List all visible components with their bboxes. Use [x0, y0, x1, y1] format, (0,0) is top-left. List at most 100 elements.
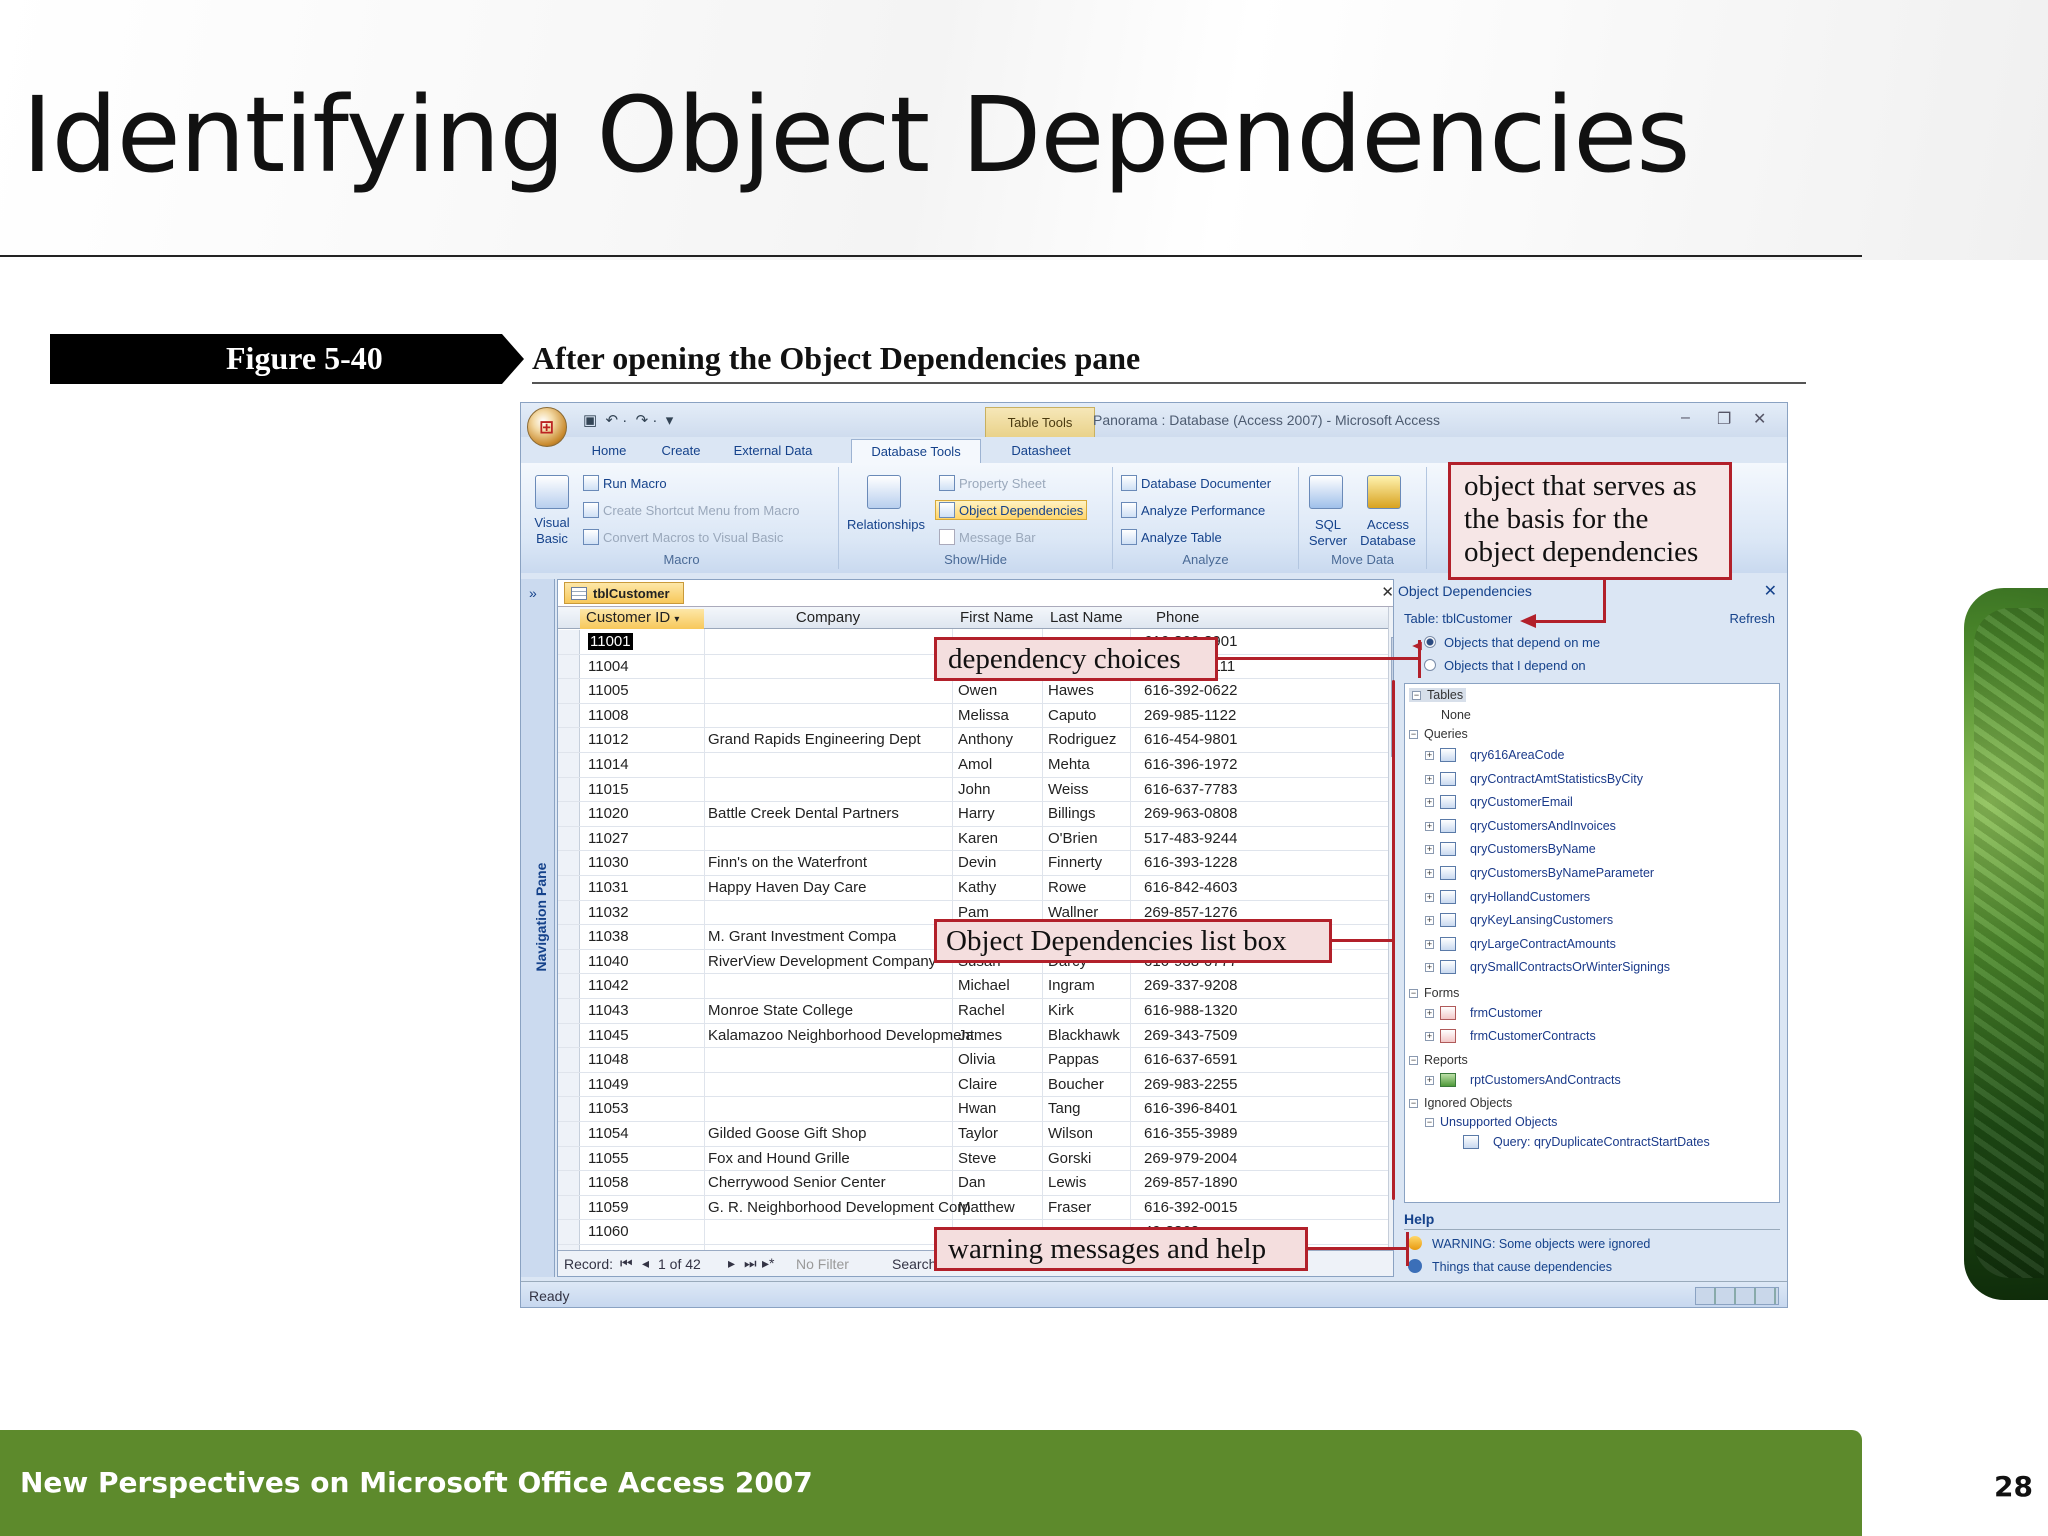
table-cell[interactable]: 11012	[588, 731, 629, 748]
table-cell[interactable]: Rachel	[958, 1002, 1005, 1019]
table-cell[interactable]: 616-454-9801	[1144, 731, 1237, 748]
row-selector[interactable]	[558, 974, 580, 998]
refresh-link[interactable]: Refresh	[1729, 611, 1775, 626]
convert-macros-button[interactable]: Convert Macros to Visual Basic	[583, 529, 783, 545]
table-cell[interactable]: Steve	[958, 1150, 996, 1167]
tree-group-ignored[interactable]: − Ignored Objects	[1409, 1096, 1512, 1110]
undo-icon[interactable]: ↶	[606, 412, 619, 429]
table-cell[interactable]: 11055	[588, 1150, 629, 1167]
expand-nav-icon[interactable]: »	[529, 585, 537, 601]
table-row[interactable]: 11045 Kalamazoo Neighborhood Development J…	[558, 1023, 1404, 1049]
expand-icon[interactable]: +	[1425, 1076, 1434, 1085]
table-row[interactable]: 11059 G. R. Neighborhood Development Corp…	[558, 1195, 1404, 1221]
tree-item-query[interactable]: + qryCustomersByNameParameter	[1425, 866, 1654, 880]
property-sheet-button[interactable]: Property Sheet	[939, 475, 1046, 491]
row-selector[interactable]	[558, 777, 580, 802]
table-cell[interactable]: Finn's on the Waterfront	[708, 854, 867, 871]
table-cell[interactable]: 11042	[588, 977, 629, 994]
table-cell[interactable]: Melissa	[958, 707, 1009, 724]
expand-icon[interactable]: +	[1425, 1009, 1434, 1018]
row-selector[interactable]	[558, 851, 580, 875]
table-cell[interactable]: Anthony	[958, 731, 1013, 748]
tab-database-tools[interactable]: Database Tools	[851, 439, 981, 463]
table-cell[interactable]: Lewis	[1048, 1174, 1086, 1191]
table-cell[interactable]: Rodriguez	[1048, 731, 1116, 748]
table-cell[interactable]: 269-343-7509	[1144, 1027, 1237, 1044]
table-cell[interactable]: 616-396-1972	[1144, 756, 1237, 773]
table-cell[interactable]: Hwan	[958, 1100, 996, 1117]
row-selector[interactable]	[558, 1122, 580, 1146]
redo-icon[interactable]: ↷	[636, 412, 649, 429]
column-header-customer-id[interactable]: Customer ID ▾	[580, 609, 704, 629]
tree-item-form[interactable]: + frmCustomerContracts	[1425, 1029, 1596, 1043]
tree-item-unsupported-query[interactable]: Query: qryDuplicateContractStartDates	[1463, 1135, 1710, 1149]
table-cell[interactable]: Devin	[958, 854, 996, 871]
table-cell[interactable]: 11045	[588, 1027, 629, 1044]
table-cell[interactable]: Taylor	[958, 1125, 998, 1142]
table-cell[interactable]: Weiss	[1048, 781, 1089, 798]
table-cell[interactable]: Billings	[1048, 805, 1096, 822]
tab-home[interactable]: Home	[579, 439, 639, 463]
table-cell[interactable]: 11040	[588, 953, 629, 970]
table-cell[interactable]: Michael	[958, 977, 1010, 994]
table-cell[interactable]: 11004	[588, 658, 629, 675]
table-cell[interactable]: 269-857-1890	[1144, 1174, 1237, 1191]
table-cell[interactable]: 11058	[588, 1174, 629, 1191]
tab-datasheet[interactable]: Datasheet	[991, 439, 1091, 463]
table-cell[interactable]: 11027	[588, 830, 629, 847]
table-cell[interactable]: Rowe	[1048, 879, 1086, 896]
radio-depend-on-me[interactable]: Objects that depend on me	[1424, 635, 1600, 650]
expand-icon[interactable]: +	[1425, 845, 1434, 855]
new-record-icon[interactable]: ▸*	[762, 1255, 774, 1272]
access-database-button[interactable]: Access Database	[1355, 517, 1421, 549]
expand-icon[interactable]: +	[1425, 892, 1434, 902]
relationships-button[interactable]: Relationships	[841, 517, 931, 533]
table-cell[interactable]: Harry	[958, 805, 995, 822]
object-dependencies-button[interactable]: Object Dependencies	[935, 500, 1088, 520]
table-row[interactable]: 11030 Finn's on the Waterfront Devin Finner…	[558, 851, 1404, 876]
row-selector[interactable]	[558, 654, 580, 679]
table-row[interactable]: 11048 Olivia Pappas 616-637-6591	[558, 1048, 1404, 1073]
table-cell[interactable]: Ingram	[1048, 977, 1095, 994]
row-selector[interactable]	[558, 1048, 580, 1072]
table-cell[interactable]: 616-355-3989	[1144, 1125, 1237, 1142]
table-cell[interactable]: 11008	[588, 707, 629, 724]
table-cell[interactable]: 616-842-4603	[1144, 879, 1237, 896]
tree-item-report[interactable]: + rptCustomersAndContracts	[1425, 1073, 1621, 1087]
table-cell[interactable]: Blackhawk	[1048, 1027, 1120, 1044]
table-cell[interactable]: 269-963-0808	[1144, 805, 1237, 822]
table-cell[interactable]: 11030	[588, 854, 629, 871]
table-row[interactable]: 11042 Michael Ingram 269-337-9208	[558, 974, 1404, 999]
collapse-icon[interactable]: −	[1425, 1118, 1434, 1127]
tree-item-query[interactable]: + qryHollandCustomers	[1425, 889, 1590, 904]
table-cell[interactable]: Amol	[958, 756, 992, 773]
search-box[interactable]: Search	[892, 1256, 936, 1272]
next-record-icon[interactable]: ▸	[728, 1255, 735, 1272]
no-filter-button[interactable]: No Filter	[796, 1256, 849, 1272]
quick-access-toolbar[interactable]: ▣ ↶ · ↷ · ▾	[583, 411, 673, 429]
table-cell[interactable]: 616-392-0015	[1144, 1199, 1237, 1216]
create-shortcut-menu-button[interactable]: Create Shortcut Menu from Macro	[583, 502, 800, 518]
table-cell[interactable]: John	[958, 781, 991, 798]
table-cell[interactable]: Finnerty	[1048, 854, 1102, 871]
table-cell[interactable]: Pappas	[1048, 1051, 1099, 1068]
customize-qat-icon[interactable]: ▾	[666, 412, 674, 429]
table-cell[interactable]: James	[958, 1027, 1002, 1044]
table-cell[interactable]: Karen	[958, 830, 998, 847]
row-selector[interactable]	[558, 949, 580, 974]
row-selector[interactable]	[558, 826, 580, 851]
table-cell[interactable]: Fox and Hound Grille	[708, 1150, 850, 1167]
table-row[interactable]: 11027 Karen O'Brien 517-483-9244	[558, 826, 1404, 852]
column-header-phone[interactable]: Phone	[1134, 609, 1224, 629]
table-cell[interactable]: Dan	[958, 1174, 986, 1191]
close-pane-icon[interactable]: ✕	[1764, 581, 1777, 601]
tree-item-query[interactable]: + qryKeyLansingCustomers	[1425, 913, 1613, 928]
table-row[interactable]: 11005 Owen Hawes 616-392-0622	[558, 679, 1404, 704]
tab-create[interactable]: Create	[649, 439, 713, 463]
tree-item-query[interactable]: + qryContractAmtStatisticsByCity	[1425, 771, 1643, 786]
table-cell[interactable]: 11059	[588, 1199, 629, 1216]
analyze-table-button[interactable]: Analyze Table	[1121, 529, 1222, 545]
table-cell[interactable]: 11043	[588, 1002, 629, 1019]
table-cell[interactable]: 616-637-6591	[1144, 1051, 1237, 1068]
visual-basic-button[interactable]: Visual Basic	[529, 515, 575, 547]
